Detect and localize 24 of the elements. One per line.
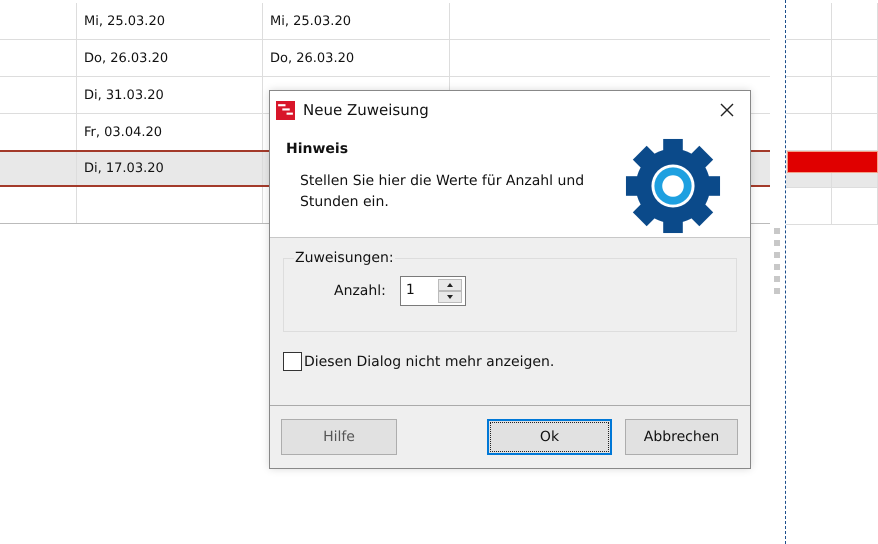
table-cell: Do, 26.03.20 [84,50,168,66]
dialog-title: Neue Zuweisung [303,101,430,119]
close-icon[interactable] [720,103,734,117]
dialog-message: Stellen Sie hier die Werte für Anzahl und Stunden ein. [300,172,586,212]
spin-field[interactable]: 1 [400,276,466,306]
dialog-button[interactable]: Ok [487,419,612,455]
settings-icon [624,137,722,235]
table-cell: Do, 26.03.20 [270,50,354,66]
table-cell: Mi, 25.03.20 [270,14,351,28]
table-cell: Di, 31.03.20 [84,88,164,102]
dialog-button[interactable]: Hilfe [281,419,397,455]
checkbox[interactable] [283,352,302,371]
splitter-grip-icon[interactable] [774,228,780,294]
dialog-heading: Hinweis [286,141,350,157]
field-label: Anzahl: [334,283,386,299]
table-row[interactable]: Do, 26.03.20 Do, 26.03.20 [0,40,770,77]
table-row[interactable]: Mi, 25.03.20 Mi, 25.03.20 [0,3,770,40]
group-label: Zuweisungen: [294,250,395,266]
checkbox-label[interactable]: Diesen Dialog nicht mehr anzeigen. [304,354,554,370]
table-cell: Fr, 03.04.20 [84,124,162,140]
app-icon [276,100,295,120]
table-cell: Mi, 25.03.20 [84,14,165,28]
table-cell: Di, 17.03.20 [84,161,164,176]
dialog-button[interactable]: Abbrechen [625,419,738,455]
